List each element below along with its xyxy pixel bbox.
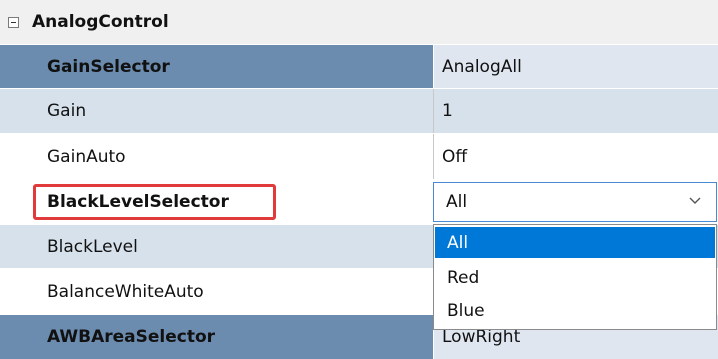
- chevron-down-icon[interactable]: [688, 193, 702, 207]
- category-header[interactable]: AnalogControl: [0, 0, 718, 44]
- dropdown-list[interactable]: All Red Blue: [433, 224, 717, 330]
- property-name: GainAuto: [0, 134, 433, 179]
- blacklevelselector-combobox[interactable]: All: [433, 182, 717, 222]
- property-row-gain[interactable]: Gain 1: [0, 89, 718, 133]
- category-label: AnalogControl: [32, 12, 169, 32]
- highlight-box: [33, 184, 276, 220]
- property-value[interactable]: Off: [434, 134, 718, 179]
- combobox-value: All: [446, 192, 468, 212]
- property-name: BalanceWhiteAuto: [0, 269, 433, 314]
- property-name: AWBAreaSelector: [0, 315, 433, 359]
- property-value[interactable]: AnalogAll: [434, 45, 718, 88]
- property-row-gainauto[interactable]: GainAuto Off: [0, 134, 718, 179]
- property-value[interactable]: 1: [434, 89, 718, 133]
- property-name: GainSelector: [0, 45, 433, 88]
- property-name: BlackLevel: [0, 225, 433, 268]
- dropdown-option-all[interactable]: All: [435, 227, 715, 258]
- dropdown-option-red[interactable]: Red: [435, 262, 715, 293]
- property-row-gainselector[interactable]: GainSelector AnalogAll: [0, 45, 718, 88]
- dropdown-option-blue[interactable]: Blue: [435, 295, 715, 326]
- collapse-icon[interactable]: [8, 17, 19, 28]
- property-name: Gain: [0, 89, 433, 133]
